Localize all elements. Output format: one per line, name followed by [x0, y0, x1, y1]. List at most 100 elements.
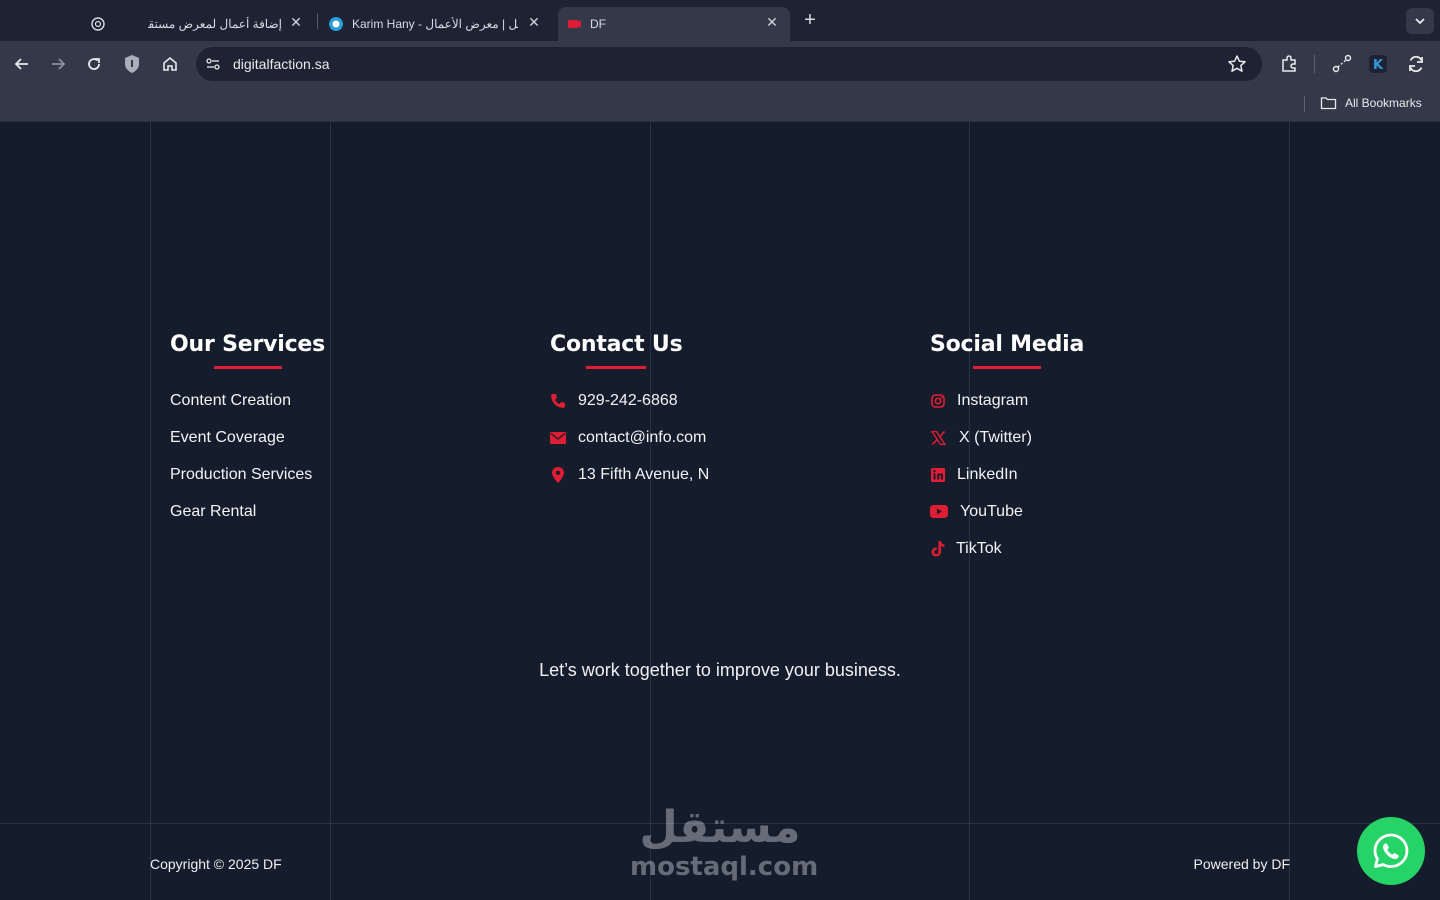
phone-icon	[550, 393, 566, 409]
bookmark-star-icon[interactable]	[1227, 54, 1247, 74]
tab-strip: إضافة أعمال لمعرض مستقل ✕ Karim Hany - م…	[0, 0, 1440, 41]
close-tab-icon[interactable]: ✕	[288, 14, 304, 30]
close-tab-icon[interactable]: ✕	[526, 14, 542, 30]
reload-icon	[88, 58, 100, 70]
social-link-instagram[interactable]: Instagram	[930, 383, 1084, 420]
mostaql-watermark: مستقل mostaql.com	[630, 802, 819, 882]
contact-email-text: contact@info.com	[578, 429, 707, 447]
services-list: Content Creation Event Coverage Producti…	[170, 383, 325, 530]
linkedin-icon	[930, 467, 946, 483]
share-extension-button[interactable]	[1331, 53, 1353, 75]
social-link-x-twitter[interactable]: X (Twitter)	[930, 420, 1084, 457]
new-tab-button[interactable]: +	[800, 9, 820, 31]
puzzle-icon	[1282, 55, 1296, 72]
youtube-icon	[930, 504, 948, 520]
social-tiktok-label: TikTok	[956, 539, 1002, 557]
openai-icon	[90, 16, 106, 32]
social-youtube-label: YouTube	[960, 502, 1023, 520]
connect-nodes-icon	[1332, 54, 1352, 73]
heading-underline	[586, 366, 647, 369]
extensions-button[interactable]	[1278, 53, 1300, 75]
footer-tagline: Let’s work together to improve your busi…	[539, 660, 901, 680]
tiktok-icon	[930, 540, 946, 557]
contact-column: Contact Us 929-242-6868 contact@info.com…	[550, 332, 709, 493]
tab-title: إضافة أعمال لمعرض مستقل	[148, 17, 282, 31]
services-heading: Our Services	[170, 332, 325, 369]
service-link-production-services[interactable]: Production Services	[170, 457, 325, 494]
contact-list: 929-242-6868 contact@info.com 13 Fifth A…	[550, 383, 709, 493]
contact-address-text: 13 Fifth Avenue, N	[578, 465, 710, 483]
chevron-down-icon	[1415, 18, 1425, 25]
close-tab-icon[interactable]: ✕	[764, 14, 780, 30]
services-column: Our Services Content Creation Event Cove…	[170, 332, 325, 530]
tab-title: DF	[590, 17, 606, 31]
grid-line	[330, 122, 331, 900]
whatsapp-icon	[1373, 833, 1409, 868]
url-text[interactable]: digitalfaction.sa	[233, 56, 330, 72]
home-button[interactable]	[159, 53, 181, 75]
shield-extension-button[interactable]	[121, 53, 143, 75]
social-linkedin-label: LinkedIn	[957, 465, 1018, 483]
browser-toolbar: digitalfaction.sa K	[0, 41, 1440, 87]
social-instagram-label: Instagram	[957, 392, 1029, 410]
heading-underline	[973, 366, 1042, 369]
reload-button[interactable]	[83, 53, 105, 75]
df-icon	[566, 16, 582, 32]
tab-title: Karim Hany - مستقل | معرض الأعمال	[352, 17, 518, 31]
heading-underline	[213, 366, 282, 369]
grid-line	[1289, 122, 1290, 900]
bookmarks-bar: All Bookmarks	[0, 87, 1440, 122]
service-link-content-creation[interactable]: Content Creation	[170, 383, 325, 420]
watermark-latin: mostaql.com	[630, 852, 819, 882]
social-link-tiktok[interactable]: TikTok	[930, 530, 1084, 567]
social-list: Instagram X (Twitter) LinkedIn YouTube T…	[930, 383, 1084, 567]
bookmarks-separator	[1304, 96, 1305, 112]
arrow-left-icon	[14, 58, 28, 70]
site-settings-icon[interactable]	[205, 56, 221, 72]
sync-button[interactable]	[1405, 53, 1427, 75]
instagram-icon	[930, 393, 946, 409]
address-bar[interactable]: digitalfaction.sa	[196, 47, 1262, 81]
svg-text:K: K	[1373, 58, 1384, 73]
page-footer: Our Services Content Creation Event Cove…	[0, 122, 1440, 900]
grid-line	[150, 122, 151, 900]
social-column: Social Media Instagram X (Twitter) Linke…	[930, 332, 1084, 567]
social-heading: Social Media	[930, 332, 1084, 369]
back-button[interactable]	[11, 53, 33, 75]
forward-button[interactable]	[47, 53, 69, 75]
social-link-youtube[interactable]: YouTube	[930, 493, 1084, 530]
service-link-event-coverage[interactable]: Event Coverage	[170, 420, 325, 457]
envelope-icon	[550, 430, 566, 446]
k-extension-button[interactable]: K	[1367, 53, 1389, 75]
watermark-arabic: مستقل	[639, 802, 801, 853]
arrow-right-icon	[52, 58, 66, 70]
social-x-label: X (Twitter)	[959, 429, 1032, 447]
tab-df[interactable]: DF ✕	[558, 7, 790, 41]
shield-icon	[125, 55, 139, 73]
all-bookmarks-button[interactable]: All Bookmarks	[1320, 96, 1422, 110]
tab-separator	[317, 13, 318, 29]
contact-email[interactable]: contact@info.com	[550, 420, 709, 457]
tab-mostaql-add-work[interactable]: إضافة أعمال لمعرض مستقل ✕	[86, 7, 314, 41]
mostaql-icon	[328, 16, 344, 32]
tab-search-button[interactable]	[1406, 8, 1434, 34]
toolbar-separator	[1314, 55, 1315, 73]
k-logo-icon: K	[1369, 55, 1387, 73]
all-bookmarks-label: All Bookmarks	[1345, 96, 1422, 110]
social-link-linkedin[interactable]: LinkedIn	[930, 457, 1084, 494]
whatsapp-chat-button[interactable]	[1357, 817, 1425, 885]
powered-by-text[interactable]: Powered by DF	[1194, 856, 1290, 872]
service-link-gear-rental[interactable]: Gear Rental	[170, 493, 325, 530]
location-pin-icon	[550, 466, 566, 483]
contact-phone-text: 929-242-6868	[578, 392, 678, 410]
home-icon	[163, 56, 177, 71]
grid-line	[650, 122, 651, 900]
contact-heading: Contact Us	[550, 332, 683, 369]
tab-mostaql-portfolio[interactable]: Karim Hany - مستقل | معرض الأعمال ✕	[320, 7, 552, 41]
copyright-text: Copyright © 2025 DF	[150, 856, 282, 872]
sync-icon	[1409, 55, 1423, 73]
folder-icon	[1320, 97, 1337, 110]
contact-address[interactable]: 13 Fifth Avenue, N	[550, 457, 709, 494]
contact-phone[interactable]: 929-242-6868	[550, 383, 709, 420]
x-twitter-icon	[930, 430, 946, 446]
